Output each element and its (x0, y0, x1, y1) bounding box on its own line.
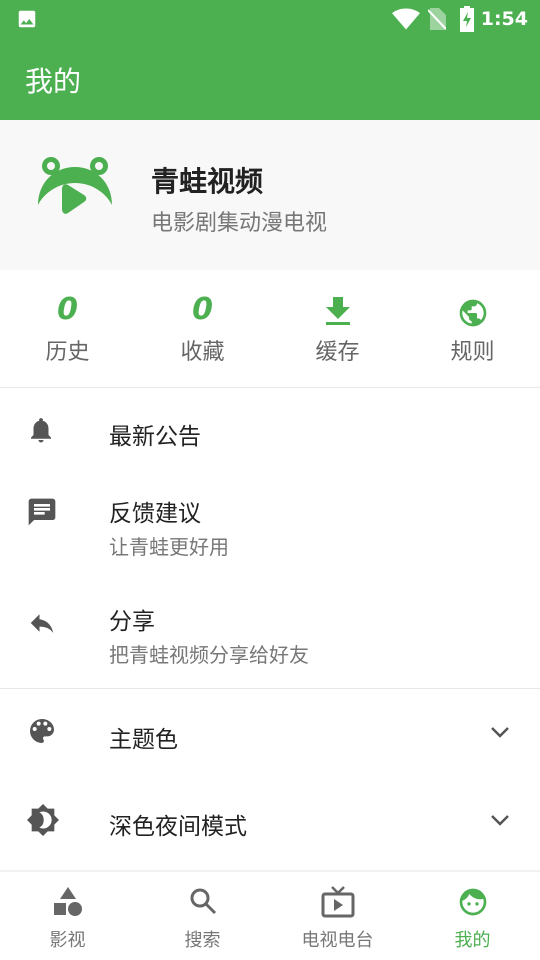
tab-label: 我的 (454, 930, 491, 951)
menu-item-dark-mode[interactable]: 深色夜间模式 (0, 777, 540, 865)
menu-item-theme-color[interactable]: 主题色 (0, 689, 540, 777)
menu-title: 深色夜间模式 (109, 814, 247, 840)
chevron-down-icon (491, 727, 509, 738)
menu-item-share[interactable]: 分享 把青蛙视频分享给好友 (0, 580, 540, 688)
favorites-count: 0 (192, 292, 213, 327)
menu-item-feedback[interactable]: 反馈建议 让青蛙更好用 (0, 474, 540, 580)
bell-icon (31, 418, 51, 443)
history-label: 历史 (45, 340, 90, 365)
bottom-nav: 影视 搜索 电视电台 我的 (0, 870, 540, 960)
frog-logo-icon (38, 157, 112, 214)
app-subtitle: 电影剧集动漫电视 (151, 211, 328, 236)
shapes-icon (53, 887, 82, 916)
battery-charging-icon (460, 6, 474, 32)
stat-cache[interactable]: 缓存 (270, 270, 405, 387)
toolbar: 我的 (0, 40, 540, 120)
wifi-icon (392, 8, 420, 30)
menu-title: 最新公告 (109, 424, 201, 450)
stat-history[interactable]: 0 历史 (0, 270, 135, 387)
menu-title: 反馈建议 (109, 501, 201, 527)
tab-label: 影视 (49, 930, 86, 951)
favorites-label: 收藏 (180, 340, 225, 365)
image-icon (18, 10, 36, 28)
app-name: 青蛙视频 (151, 165, 264, 198)
tab-mine[interactable]: 我的 (405, 872, 540, 960)
share-icon (30, 614, 54, 633)
tab-tv-radio[interactable]: 电视电台 (270, 872, 405, 960)
tab-search[interactable]: 搜索 (135, 872, 270, 960)
menu-subtitle: 把青蛙视频分享给好友 (109, 643, 309, 667)
download-icon (325, 297, 350, 325)
face-icon (459, 888, 486, 916)
cache-label: 缓存 (315, 340, 360, 365)
menu-item-announcements[interactable]: 最新公告 (0, 388, 540, 474)
stat-favorites[interactable]: 0 收藏 (135, 270, 270, 387)
status-time: 1:54 (480, 8, 528, 30)
status-bar: 1:54 (0, 0, 540, 40)
tv-icon (321, 886, 354, 918)
menu-subtitle: 让青蛙更好用 (109, 535, 229, 559)
globe-icon (459, 299, 486, 327)
search-icon (190, 888, 216, 915)
profile-header[interactable]: 青蛙视频 电影剧集动漫电视 (0, 120, 540, 270)
history-count: 0 (57, 292, 78, 327)
feedback-icon (28, 498, 56, 526)
menu-title: 主题色 (109, 727, 178, 753)
menu-title: 分享 (109, 609, 155, 635)
stat-rules[interactable]: 规则 (405, 270, 540, 387)
stats-row: 0 历史 0 收藏 缓存 规则 (0, 270, 540, 388)
brightness-icon (26, 803, 60, 837)
page-title: 我的 (25, 65, 82, 98)
tab-movies[interactable]: 影视 (0, 872, 135, 960)
rules-label: 规则 (450, 340, 495, 365)
tab-label: 搜索 (184, 930, 221, 951)
palette-icon (30, 719, 54, 743)
chevron-down-icon (491, 815, 509, 826)
no-sim-icon (428, 8, 446, 30)
tab-label: 电视电台 (301, 930, 374, 951)
